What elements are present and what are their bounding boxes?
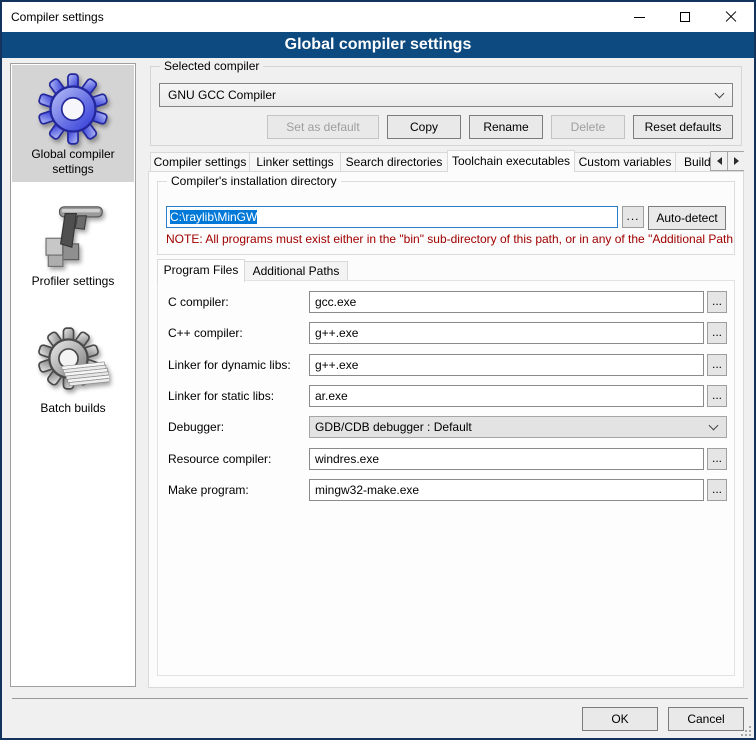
compiler-buttons-row: Set as default Copy Rename Delete Reset … <box>267 115 733 139</box>
set-as-default-button[interactable]: Set as default <box>267 115 379 139</box>
sidebar-item-label: Batch builds <box>12 401 134 416</box>
sidebar-item-batch-builds[interactable]: Batch builds <box>12 319 134 429</box>
footer-separator <box>12 698 748 699</box>
caliper-icon <box>37 200 109 272</box>
field-label: C++ compiler: <box>168 322 308 344</box>
window-title: Compiler settings <box>2 10 104 24</box>
tab-scroll-left-button[interactable] <box>710 151 728 171</box>
cpp-compiler-input[interactable]: g++.exe <box>309 322 704 344</box>
installation-directory-input[interactable]: C:\raylib\MinGW <box>166 206 618 228</box>
c-compiler-browse-button[interactable]: ... <box>707 291 727 313</box>
ok-button[interactable]: OK <box>582 707 658 731</box>
sidebar-item-label: Profiler settings <box>12 274 134 289</box>
minimize-icon <box>634 17 645 18</box>
chevron-down-icon <box>715 89 725 99</box>
c-compiler-input[interactable]: gcc.exe <box>309 291 704 313</box>
field-row-resource-compiler: Resource compiler: windres.exe ... <box>168 448 725 470</box>
field-label: Linker for static libs: <box>168 385 308 407</box>
gray-gear-stack-icon <box>37 327 109 399</box>
field-row-linker-static: Linker for static libs: ar.exe ... <box>168 385 725 407</box>
field-row-cpp-compiler: C++ compiler: g++.exe ... <box>168 322 725 344</box>
tab-search-directories[interactable]: Search directories <box>340 152 448 172</box>
toolchain-subtabs: Program Files Additional Paths <box>157 259 348 281</box>
auto-detect-button[interactable]: Auto-detect <box>648 206 726 230</box>
field-label: C compiler: <box>168 291 308 313</box>
rename-button[interactable]: Rename <box>469 115 543 139</box>
tab-toolchain-executables[interactable]: Toolchain executables <box>447 150 575 172</box>
arrow-left-icon <box>717 157 722 165</box>
main-panel: Selected compiler GNU GCC Compiler Set a… <box>142 58 752 738</box>
resource-compiler-browse-button[interactable]: ... <box>707 448 727 470</box>
linker-static-input[interactable]: ar.exe <box>309 385 704 407</box>
resource-compiler-input[interactable]: windres.exe <box>309 448 704 470</box>
compiler-select[interactable]: GNU GCC Compiler <box>159 83 733 107</box>
selected-compiler-group: Selected compiler GNU GCC Compiler Set a… <box>150 66 742 146</box>
compiler-settings-dialog: Compiler settings Global compiler settin… <box>0 0 756 740</box>
cancel-button[interactable]: Cancel <box>668 707 744 731</box>
cpp-compiler-browse-button[interactable]: ... <box>707 322 727 344</box>
close-button[interactable] <box>708 2 754 32</box>
selected-compiler-group-label: Selected compiler <box>160 59 263 73</box>
compiler-select-value: GNU GCC Compiler <box>168 88 276 102</box>
installation-note: NOTE: All programs must exist either in … <box>166 232 733 246</box>
maximize-icon <box>680 12 690 22</box>
settings-tabstrip: Compiler settings Linker settings Search… <box>150 150 744 172</box>
make-program-input[interactable]: mingw32-make.exe <box>309 479 704 501</box>
field-label: Linker for dynamic libs: <box>168 354 308 376</box>
installation-directory-row: C:\raylib\MinGW ... Auto-detect <box>166 206 726 228</box>
tab-scroll-right-button[interactable] <box>727 151 744 171</box>
linker-dynamic-input[interactable]: g++.exe <box>309 354 704 376</box>
tab-scroll-arrows <box>711 151 744 171</box>
minimize-button[interactable] <box>616 2 662 32</box>
maximize-button[interactable] <box>662 2 708 32</box>
toolchain-executables-page: Compiler's installation directory C:\ray… <box>148 171 744 688</box>
field-label: Resource compiler: <box>168 448 308 470</box>
debugger-select[interactable]: GDB/CDB debugger : Default <box>309 416 727 438</box>
field-row-make-program: Make program: mingw32-make.exe ... <box>168 479 725 501</box>
sidebar-item-global-compiler-settings[interactable]: Global compiler settings <box>12 65 134 182</box>
reset-defaults-button[interactable]: Reset defaults <box>633 115 733 139</box>
field-label: Debugger: <box>168 416 308 438</box>
make-program-browse-button[interactable]: ... <box>707 479 727 501</box>
field-row-c-compiler: C compiler: gcc.exe ... <box>168 291 725 313</box>
browse-directory-button[interactable]: ... <box>622 206 644 228</box>
dialog-body: Global compiler settings Profiler settin… <box>2 58 754 738</box>
dialog-header: Global compiler settings <box>2 32 754 58</box>
blue-gear-icon <box>37 73 109 145</box>
title-bar: Compiler settings <box>2 2 754 32</box>
installation-directory-group: Compiler's installation directory C:\ray… <box>157 181 735 255</box>
arrow-right-icon <box>734 157 739 165</box>
sidebar-item-label: Global compiler settings <box>12 147 134 177</box>
tab-compiler-settings[interactable]: Compiler settings <box>150 152 250 172</box>
chevron-down-icon <box>709 421 719 431</box>
window-controls <box>616 2 754 32</box>
copy-button[interactable]: Copy <box>387 115 461 139</box>
tab-linker-settings[interactable]: Linker settings <box>249 152 341 172</box>
tab-custom-variables[interactable]: Custom variables <box>574 152 676 172</box>
resize-grip[interactable] <box>749 734 751 736</box>
settings-sidebar: Global compiler settings Profiler settin… <box>10 63 136 687</box>
selected-text: C:\raylib\MinGW <box>170 210 257 224</box>
field-label: Make program: <box>168 479 308 501</box>
subtab-additional-paths[interactable]: Additional Paths <box>244 261 348 281</box>
close-icon <box>725 11 737 23</box>
delete-button[interactable]: Delete <box>551 115 625 139</box>
linker-static-browse-button[interactable]: ... <box>707 385 727 407</box>
footer-buttons: OK Cancel <box>582 707 744 731</box>
debugger-select-value: GDB/CDB debugger : Default <box>315 420 472 434</box>
installation-directory-group-label: Compiler's installation directory <box>167 174 341 188</box>
program-files-page: C compiler: gcc.exe ... C++ compiler: g+… <box>157 280 735 676</box>
linker-dynamic-browse-button[interactable]: ... <box>707 354 727 376</box>
field-row-linker-dynamic: Linker for dynamic libs: g++.exe ... <box>168 354 725 376</box>
field-row-debugger: Debugger: GDB/CDB debugger : Default <box>168 416 725 438</box>
subtab-program-files[interactable]: Program Files <box>157 259 245 282</box>
sidebar-item-profiler-settings[interactable]: Profiler settings <box>12 192 134 302</box>
